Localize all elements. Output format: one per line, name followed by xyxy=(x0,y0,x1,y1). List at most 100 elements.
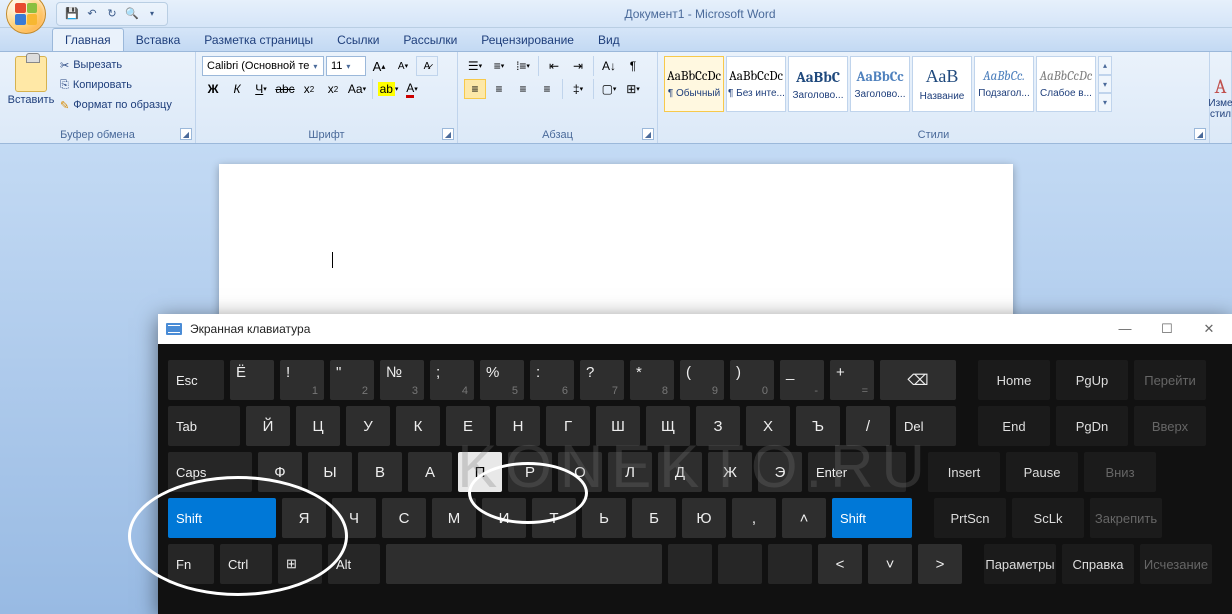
key-Н[interactable]: Н xyxy=(496,406,540,446)
key-home[interactable]: Home xyxy=(978,360,1050,400)
style-item-0[interactable]: AaBbCcDc¶ Обычный xyxy=(664,56,724,112)
key-right[interactable]: > xyxy=(918,544,962,584)
numbering-button[interactable]: ≡▾ xyxy=(488,56,510,76)
key-В[interactable]: В xyxy=(358,452,402,492)
font-name-combo[interactable]: Calibri (Основной те▾ xyxy=(202,56,324,76)
qat-more[interactable]: ▾ xyxy=(143,5,161,23)
key-win[interactable]: ⊞ xyxy=(278,544,322,584)
close-button[interactable]: ✕ xyxy=(1194,321,1224,337)
tab-layout[interactable]: Разметка страницы xyxy=(192,29,325,51)
key-Й[interactable]: Й xyxy=(246,406,290,446)
shading-button[interactable]: ▢▾ xyxy=(598,79,620,99)
key-Х[interactable]: Х xyxy=(746,406,790,446)
key-Я[interactable]: Я xyxy=(282,498,326,538)
grow-font-button[interactable]: A▴ xyxy=(368,56,390,76)
key-fn[interactable]: Fn xyxy=(168,544,214,584)
key-ctrl-right[interactable] xyxy=(768,544,812,584)
paste-label[interactable]: Вставить xyxy=(8,94,55,106)
key-enter[interactable]: Enter xyxy=(808,452,906,492)
superscript-button[interactable]: x2 xyxy=(322,79,344,99)
style-item-1[interactable]: AaBbCcDc¶ Без инте... xyxy=(726,56,786,112)
key-del[interactable]: Del xyxy=(896,406,956,446)
tab-references[interactable]: Ссылки xyxy=(325,29,391,51)
key-перейти[interactable]: Перейти xyxy=(1134,360,1206,400)
clear-format-button[interactable]: A̷ xyxy=(416,56,438,76)
align-left-button[interactable]: ≡ xyxy=(464,79,486,99)
printpreview-icon[interactable]: 🔍 xyxy=(123,5,141,23)
key-Д[interactable]: Д xyxy=(658,452,702,492)
tab-view[interactable]: Вид xyxy=(586,29,632,51)
key-У[interactable]: У xyxy=(346,406,390,446)
show-marks-button[interactable]: ¶ xyxy=(622,56,644,76)
key-Ю[interactable]: Ю xyxy=(682,498,726,538)
key-Ф[interactable]: Ф xyxy=(258,452,302,492)
key-Л[interactable]: Л xyxy=(608,452,652,492)
key-И[interactable]: И xyxy=(482,498,526,538)
key-Э[interactable]: Э xyxy=(758,452,802,492)
key-ctrl-left[interactable]: Ctrl xyxy=(220,544,272,584)
key-С[interactable]: С xyxy=(382,498,426,538)
indent-button[interactable]: ⇥ xyxy=(567,56,589,76)
redo-icon[interactable]: ↻ xyxy=(103,5,121,23)
key-r1-3[interactable]: №3 xyxy=(380,360,424,400)
key-Щ[interactable]: Щ xyxy=(646,406,690,446)
key-справка[interactable]: Справка xyxy=(1062,544,1134,584)
key-Ж[interactable]: Ж xyxy=(708,452,752,492)
align-right-button[interactable]: ≡ xyxy=(512,79,534,99)
key-М[interactable]: М xyxy=(432,498,476,538)
clipboard-dialog-launcher[interactable]: ◢ xyxy=(180,128,192,140)
undo-icon[interactable]: ↶ xyxy=(83,5,101,23)
key-Ц[interactable]: Ц xyxy=(296,406,340,446)
key-r1-10[interactable]: )0 xyxy=(730,360,774,400)
key-исчезание[interactable]: Исчезание xyxy=(1140,544,1212,584)
key-esc[interactable]: Esc xyxy=(168,360,224,400)
highlight-button[interactable]: ab▾ xyxy=(377,79,399,99)
key-Г[interactable]: Г xyxy=(546,406,590,446)
key-параметры[interactable]: Параметры xyxy=(984,544,1056,584)
key-вверх[interactable]: Вверх xyxy=(1134,406,1206,446)
style-item-3[interactable]: AaBbCcЗаголово... xyxy=(850,56,910,112)
key-up[interactable]: ˄ xyxy=(782,498,826,538)
outdent-button[interactable]: ⇤ xyxy=(543,56,565,76)
justify-button[interactable]: ≡ xyxy=(536,79,558,99)
key-вниз[interactable]: Вниз xyxy=(1084,452,1156,492)
key-left[interactable]: < xyxy=(818,544,862,584)
bold-button[interactable]: Ж xyxy=(202,79,224,99)
key-menu[interactable] xyxy=(718,544,762,584)
key-insert[interactable]: Insert xyxy=(928,452,1000,492)
key-закрепить[interactable]: Закрепить xyxy=(1090,498,1162,538)
tab-mailings[interactable]: Рассылки xyxy=(391,29,469,51)
format-painter-button[interactable]: ✎Формат по образцу xyxy=(60,96,172,114)
key-r1-4[interactable]: ;4 xyxy=(430,360,474,400)
key-r1-12[interactable]: += xyxy=(830,360,874,400)
key-r1-7[interactable]: ?7 xyxy=(580,360,624,400)
line-spacing-button[interactable]: ‡▾ xyxy=(567,79,589,99)
font-size-combo[interactable]: 11▾ xyxy=(326,56,366,76)
key-pause[interactable]: Pause xyxy=(1006,452,1078,492)
paste-icon[interactable] xyxy=(15,56,47,92)
underline-button[interactable]: Ч▾ xyxy=(250,79,272,99)
key-Ы[interactable]: Ы xyxy=(308,452,352,492)
key-alt-left[interactable]: Alt xyxy=(328,544,380,584)
italic-button[interactable]: К xyxy=(226,79,248,99)
cut-button[interactable]: ✂Вырезать xyxy=(60,56,172,74)
key-Ч[interactable]: Ч xyxy=(332,498,376,538)
bullets-button[interactable]: ☰▾ xyxy=(464,56,486,76)
styles-more[interactable]: ▴▾▾ xyxy=(1098,56,1112,112)
key-Ъ[interactable]: Ъ xyxy=(796,406,840,446)
key-О[interactable]: О xyxy=(558,452,602,492)
font-color-button[interactable]: A▾ xyxy=(401,79,423,99)
key-prtscn[interactable]: PrtScn xyxy=(934,498,1006,538)
key-space[interactable] xyxy=(386,544,662,584)
key-altgr[interactable] xyxy=(668,544,712,584)
change-case-button[interactable]: Aa▾ xyxy=(346,79,368,99)
tab-review[interactable]: Рецензирование xyxy=(469,29,586,51)
key-tab[interactable]: Tab xyxy=(168,406,240,446)
key-backspace[interactable]: ⌫ xyxy=(880,360,956,400)
key-shift-right[interactable]: Shift xyxy=(832,498,912,538)
style-item-5[interactable]: AaBbCc.Подзагол... xyxy=(974,56,1034,112)
minimize-button[interactable]: — xyxy=(1110,321,1140,337)
key-end[interactable]: End xyxy=(978,406,1050,446)
key-shift-left[interactable]: Shift xyxy=(168,498,276,538)
key-З[interactable]: З xyxy=(696,406,740,446)
